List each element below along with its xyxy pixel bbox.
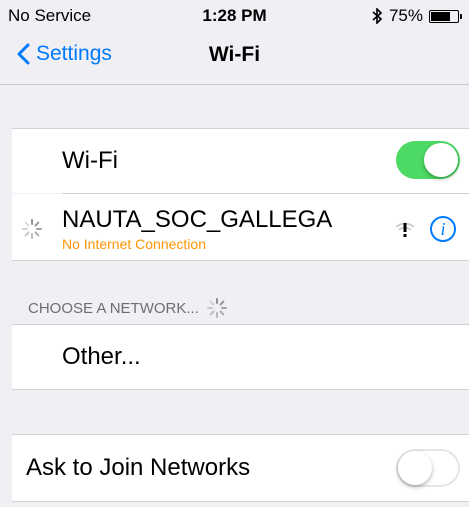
battery-fill <box>431 11 450 21</box>
wifi-warning-icon <box>395 222 415 237</box>
info-button[interactable]: i <box>430 216 456 242</box>
ask-to-join-label: Ask to Join Networks <box>26 454 251 481</box>
battery-percent: 75% <box>388 6 423 25</box>
wifi-toggle-row: Wi-Fi <box>12 129 469 193</box>
loading-spinner-icon <box>22 219 42 239</box>
wifi-toggle[interactable] <box>396 141 460 179</box>
status-bar: No Service 1:28 PM 75% <box>0 0 469 30</box>
bluetooth-icon <box>372 8 383 24</box>
toggle-knob <box>398 451 432 485</box>
status-right: 75% <box>371 6 462 26</box>
ask-to-join-toggle[interactable] <box>396 449 460 487</box>
network-name: NAUTA_SOC_GALLEGA <box>62 206 333 233</box>
wifi-label: Wi-Fi <box>62 147 118 174</box>
other-label: Other... <box>62 343 141 370</box>
section-header: CHOOSE A NETWORK... <box>28 298 227 318</box>
network-status: No Internet Connection <box>62 236 206 252</box>
toggle-knob <box>424 143 458 177</box>
battery-icon <box>429 9 462 23</box>
navigation-bar: Settings Wi-Fi <box>0 30 469 85</box>
other-network-row[interactable]: Other... <box>12 325 469 389</box>
choose-network-header: CHOOSE A NETWORK... <box>28 299 199 317</box>
page-title: Wi-Fi <box>208 43 261 66</box>
current-network-row[interactable]: NAUTA_SOC_GALLEGA No Internet Connection… <box>12 194 469 260</box>
ask-to-join-row: Ask to Join Networks <box>12 435 469 501</box>
loading-spinner-icon <box>206 298 227 318</box>
